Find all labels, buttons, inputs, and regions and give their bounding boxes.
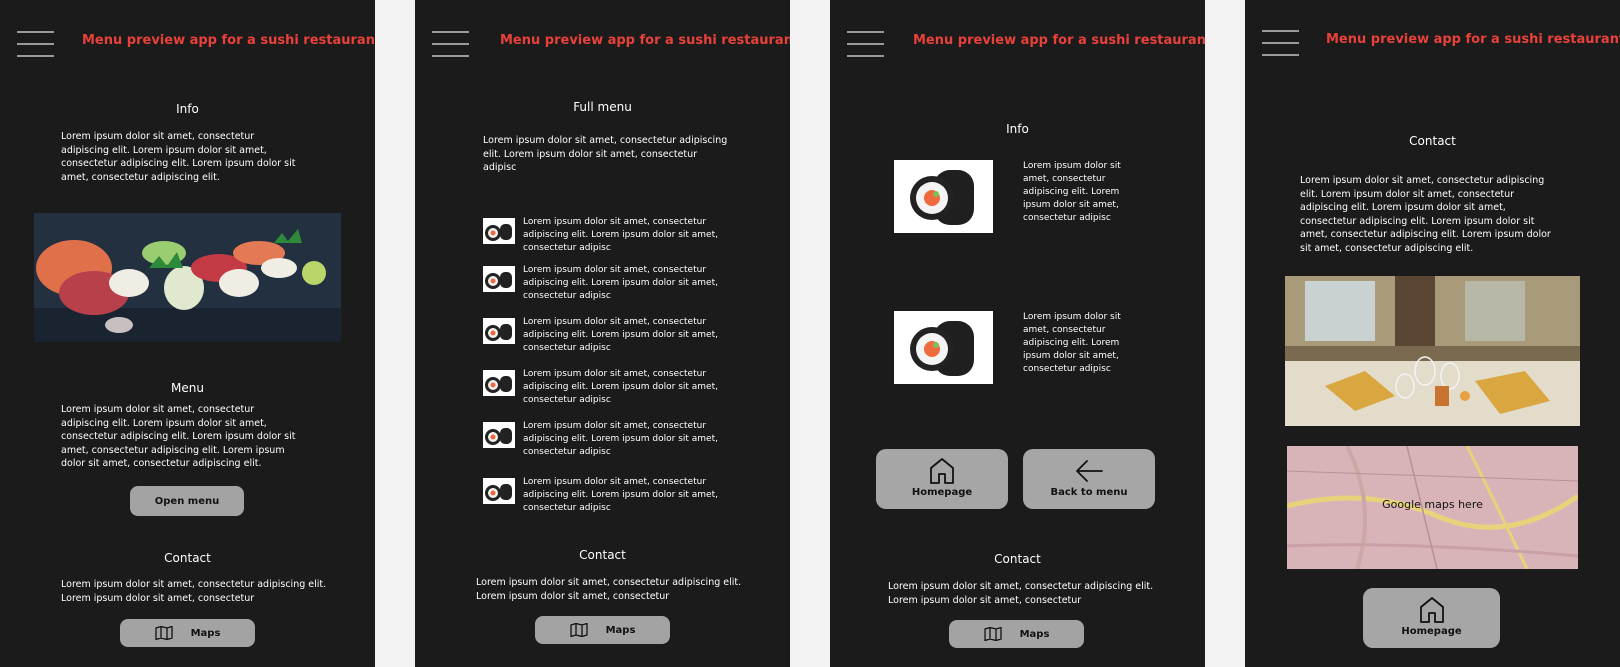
homepage-label: Homepage [911,487,973,498]
hamburger-icon[interactable] [432,31,469,58]
app-title: Menu preview app for a sushi restaurant [82,33,375,48]
full-menu-heading: Full menu [573,100,632,114]
hamburger-icon[interactable] [1262,30,1299,57]
menu-item-text: Lorem ipsum dolor sit amet, consectetur … [523,265,718,301]
screen-item-info: Menu preview app for a sushi restaurant … [830,0,1205,667]
menu-item-text: Lorem ipsum dolor sit amet, consectetur … [523,369,718,405]
contact-text: Lorem ipsum dolor sit amet, consectetur … [61,579,327,604]
open-menu-label: Open menu [154,495,220,507]
google-map[interactable]: Google maps here [1287,446,1578,569]
maps-button[interactable]: Maps [120,619,255,647]
sushi-roll-thumbnail [483,422,515,448]
item-description: Lorem ipsum dolor sit amet, consectetur … [1023,161,1121,223]
maps-label: Maps [605,624,636,636]
app-title: Menu preview app for a sushi restaurant [500,33,790,48]
sushi-roll-thumbnail [483,478,515,504]
restaurant-interior-image [1285,276,1580,426]
maps-button[interactable]: Maps [535,616,670,644]
home-icon [1419,597,1444,623]
hamburger-icon[interactable] [17,31,54,58]
info-heading: Info [1006,122,1029,136]
screen-full-menu: Menu preview app for a sushi restaurant … [415,0,790,667]
home-icon [930,458,954,484]
contact-heading: Contact [164,551,211,565]
menu-item-text: Lorem ipsum dolor sit amet, consectetur … [523,217,718,253]
homepage-button[interactable]: Homepage [1363,588,1500,648]
contact-text: Lorem ipsum dolor sit amet, consectetur … [476,577,742,602]
sushi-roll-thumbnail [483,318,515,344]
screen-home: Menu preview app for a sushi restaurant … [0,0,375,667]
info-text: Lorem ipsum dolor sit amet, consectetur … [61,131,296,183]
back-to-menu-label: Back to menu [1050,487,1128,498]
sushi-platter-image [34,213,341,342]
contact-text: Lorem ipsum dolor sit amet, consectetur … [888,581,1154,606]
map-placeholder-text: Google maps here [1382,498,1483,511]
homepage-button[interactable]: Homepage [876,449,1008,509]
sushi-roll-image [894,160,993,233]
sushi-roll-thumbnail [483,266,515,292]
map-icon [569,623,588,637]
maps-label: Maps [1019,628,1050,640]
contact-text: Lorem ipsum dolor sit amet, consectetur … [1300,175,1551,254]
sushi-roll-image [894,311,993,384]
contact-heading: Contact [1409,134,1456,148]
map-icon [154,626,173,640]
menu-item-text: Lorem ipsum dolor sit amet, consectetur … [523,421,718,457]
arrow-left-icon [1076,460,1103,482]
info-heading: Info [176,102,199,116]
contact-heading: Contact [579,548,626,562]
menu-text: Lorem ipsum dolor sit amet, consectetur … [61,404,296,469]
homepage-label: Homepage [1401,626,1462,637]
item-description: Lorem ipsum dolor sit amet, consectetur … [1023,312,1121,374]
app-title: Menu preview app for a sushi restaurant [1326,32,1620,47]
back-to-menu-button[interactable]: Back to menu [1023,449,1155,509]
map-icon [983,627,1002,641]
app-title: Menu preview app for a sushi restaurant [913,33,1205,48]
full-menu-intro: Lorem ipsum dolor sit amet, consectetur … [483,135,728,173]
screen-contact: Menu preview app for a sushi restaurant … [1245,0,1620,667]
maps-button[interactable]: Maps [949,620,1084,648]
contact-heading: Contact [994,552,1041,566]
menu-heading: Menu [171,381,204,395]
sushi-roll-thumbnail [483,218,515,244]
open-menu-button[interactable]: Open menu [130,486,244,516]
menu-item-text: Lorem ipsum dolor sit amet, consectetur … [523,317,718,353]
sushi-roll-thumbnail [483,370,515,396]
maps-label: Maps [190,627,221,639]
menu-item-text: Lorem ipsum dolor sit amet, consectetur … [523,477,718,513]
hamburger-icon[interactable] [847,31,884,58]
